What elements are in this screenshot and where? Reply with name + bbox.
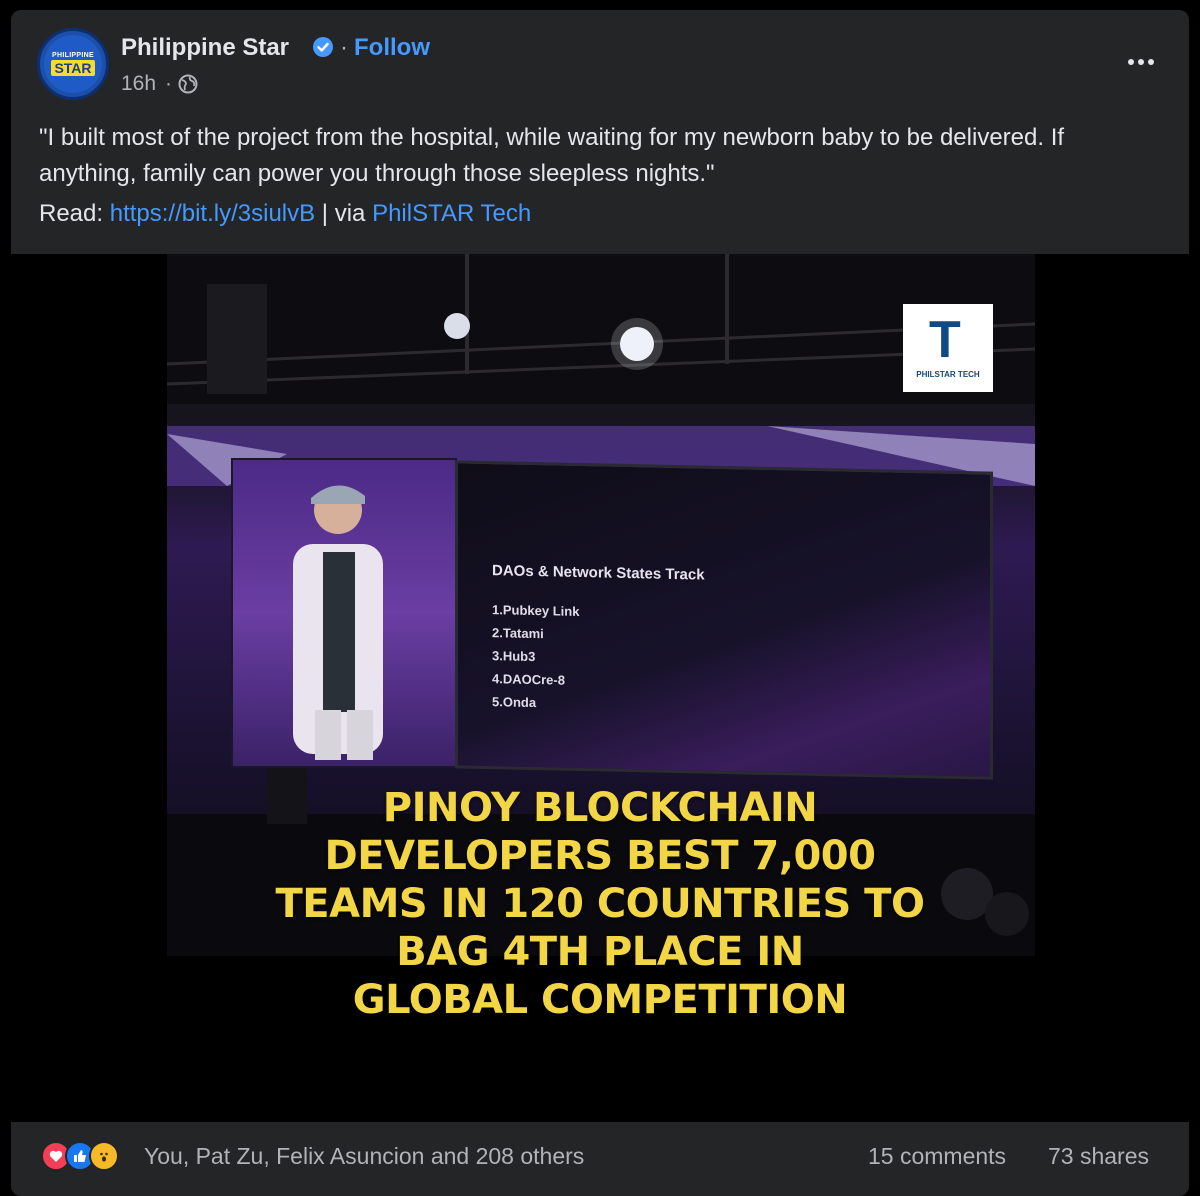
- post-image[interactable]: DAOs & Network States Track 1.Pubkey Lin…: [11, 254, 1189, 1122]
- avatar-brand: STAR: [51, 60, 95, 76]
- wow-icon: [89, 1141, 119, 1171]
- speaker-video-screen: [231, 458, 457, 768]
- time-separator: ·: [165, 72, 172, 95]
- post-text: "I built most of the project from the ho…: [39, 124, 1065, 187]
- headline-line: TEAMS IN 120 COUNTRIES TO: [275, 881, 925, 927]
- logo-label: PHILSTAR TECH: [916, 370, 980, 379]
- track-result-item: 4.DAOCre-8: [492, 671, 565, 688]
- reaction-icons[interactable]: [41, 1141, 119, 1173]
- verified-badge-icon: [313, 37, 333, 57]
- post-card: PHILIPPINE STAR Philippine Star · Follow…: [11, 10, 1189, 1196]
- page-name[interactable]: Philippine Star: [121, 34, 289, 62]
- globe-icon: [178, 74, 198, 94]
- avatar-top-text: PHILIPPINE: [52, 52, 94, 59]
- track-result-item: 1.Pubkey Link: [492, 602, 580, 619]
- more-options-button[interactable]: [1121, 48, 1161, 76]
- track-result-item: 3.Hub3: [492, 648, 536, 665]
- image-headline: PINOY BLOCKCHAIN DEVELOPERS BEST 7,000 T…: [11, 784, 1189, 1024]
- shares-count[interactable]: 73 shares: [1048, 1143, 1149, 1170]
- article-link[interactable]: https://bit.ly/3siulvB: [110, 200, 315, 227]
- headline-line: PINOY BLOCKCHAIN: [382, 785, 818, 831]
- more-dot-icon: [1128, 59, 1134, 65]
- page-avatar[interactable]: PHILIPPINE STAR: [37, 28, 109, 100]
- read-label: Read:: [39, 200, 110, 227]
- read-line: Read: https://bit.ly/3siulvB | via PhilS…: [39, 200, 531, 228]
- track-result-item: 2.Tatami: [492, 625, 544, 642]
- track-results-list: 1.Pubkey Link 2.Tatami 3.Hub3 4.DAOCre-8…: [492, 598, 579, 715]
- headline-line: DEVELOPERS BEST 7,000: [324, 833, 876, 879]
- follow-button[interactable]: Follow: [354, 34, 430, 62]
- track-result-item: 5.Onda: [492, 694, 537, 711]
- via-separator: | via: [315, 200, 373, 227]
- headline-line: BAG 4TH PLACE IN: [396, 929, 804, 975]
- track-title: DAOs & Network States Track: [492, 562, 705, 584]
- philstar-tech-logo: T PHILSTAR TECH: [903, 304, 993, 392]
- via-page-link[interactable]: PhilSTAR Tech: [372, 200, 531, 227]
- headline-line: GLOBAL COMPETITION: [352, 977, 848, 1023]
- post-timestamp[interactable]: 16h: [121, 72, 156, 96]
- avatar-logo: PHILIPPINE STAR: [44, 35, 102, 93]
- results-screen: DAOs & Network States Track 1.Pubkey Lin…: [455, 460, 993, 780]
- more-dot-icon: [1138, 59, 1144, 65]
- speaker-figure: [293, 485, 383, 760]
- reactors-text[interactable]: You, Pat Zu, Felix Asuncion and 208 othe…: [144, 1143, 584, 1170]
- dot-separator: ·: [340, 34, 348, 61]
- logo-letter: T: [929, 311, 961, 369]
- comments-count[interactable]: 15 comments: [868, 1143, 1006, 1170]
- more-dot-icon: [1148, 59, 1154, 65]
